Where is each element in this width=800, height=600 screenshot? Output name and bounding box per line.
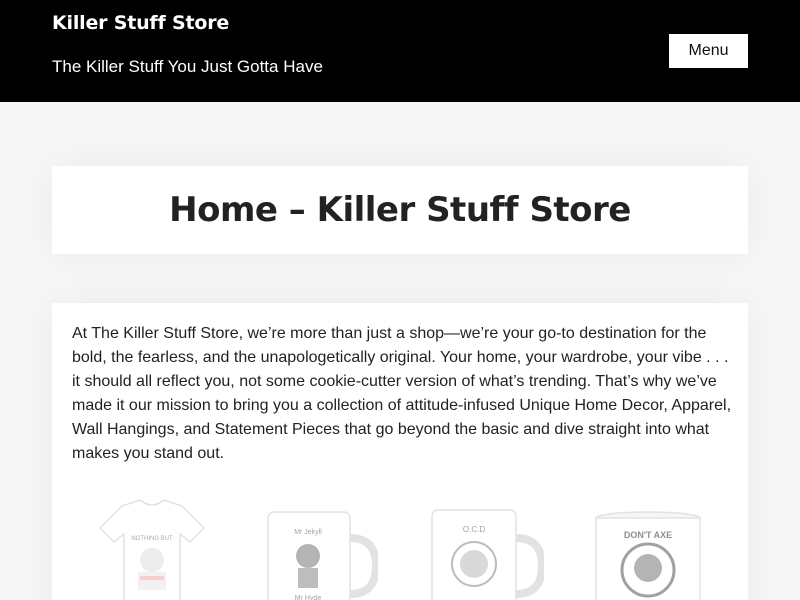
site-tagline: The Killer Stuff You Just Gotta Have xyxy=(52,57,323,76)
mug-image: O.C.D xyxy=(431,509,547,600)
svg-text:Mr Hyde: Mr Hyde xyxy=(295,595,322,600)
menu-button[interactable]: Menu xyxy=(669,34,748,68)
content-card: At The Killer Stuff Store, we’re more th… xyxy=(52,303,748,600)
site-header: Killer Stuff Store The Killer Stuff You … xyxy=(0,0,800,102)
page-title: Home – Killer Stuff Store xyxy=(169,190,631,230)
product-enamel-mug[interactable]: DON'T AXE DON'T TELL xyxy=(588,498,708,600)
tshirt-image: NOTHING BUT xyxy=(98,499,206,600)
intro-paragraph: At The Killer Stuff Store, we’re more th… xyxy=(72,325,732,462)
svg-text:Mr Jekyll: Mr Jekyll xyxy=(294,529,322,536)
svg-text:O.C.D: O.C.D xyxy=(463,525,485,534)
mug-image: Mr Jekyll Mr Hyde xyxy=(267,511,381,600)
enamel-mug-image: DON'T AXE DON'T TELL xyxy=(595,511,701,600)
site-title-link[interactable]: Killer Stuff Store xyxy=(52,12,229,34)
product-tshirt[interactable]: NOTHING BUT xyxy=(92,498,212,600)
product-mug-ocd[interactable]: O.C.D xyxy=(424,498,547,600)
svg-text:NOTHING BUT: NOTHING BUT xyxy=(131,536,173,542)
product-mug-jekyll[interactable]: Mr Jekyll Mr Hyde xyxy=(258,498,381,600)
svg-text:DON'T AXE: DON'T AXE xyxy=(624,530,672,540)
page-title-card: Home – Killer Stuff Store xyxy=(52,166,748,254)
